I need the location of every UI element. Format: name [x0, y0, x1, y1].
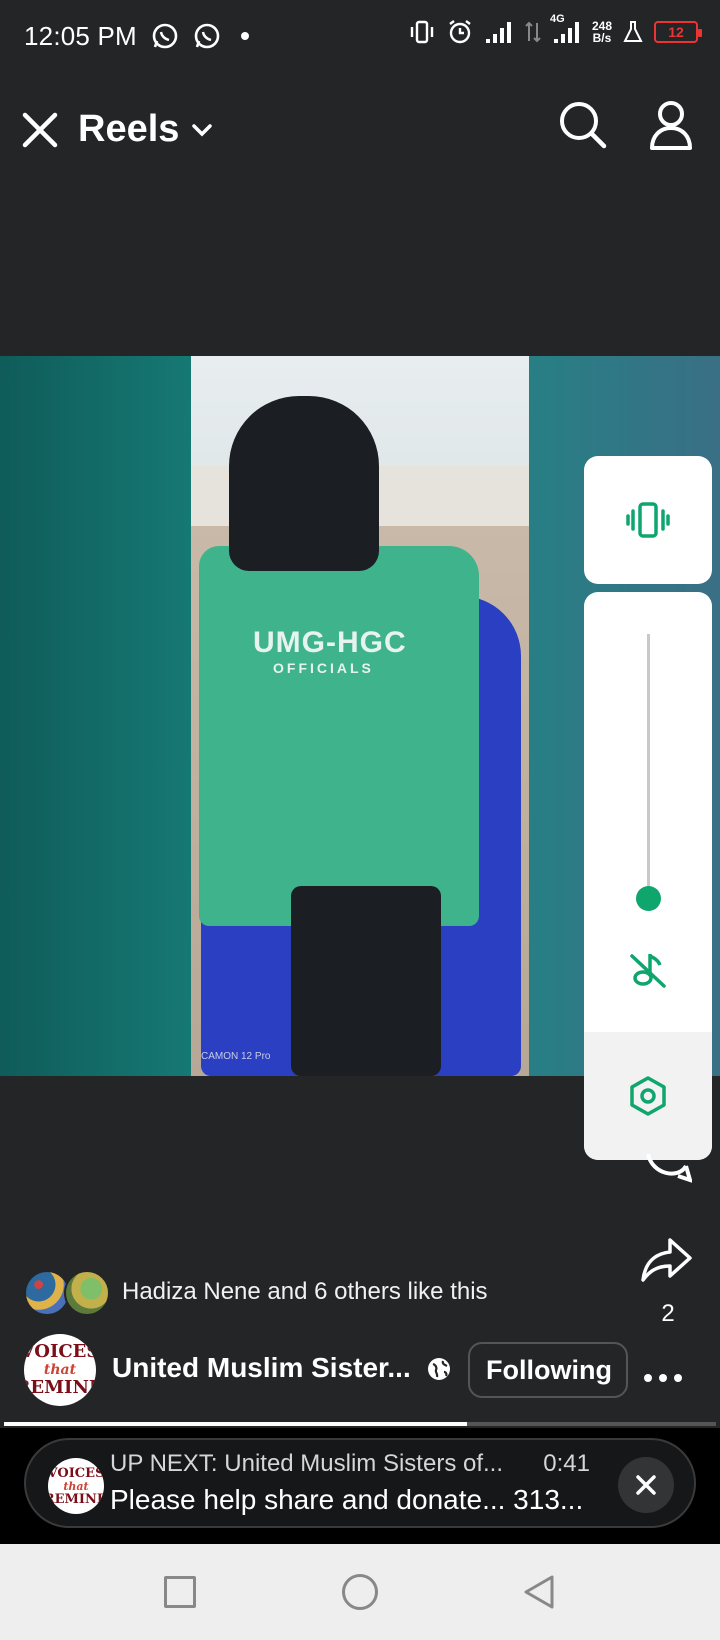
profile-button[interactable] [648, 100, 694, 152]
up-next-subtitle: Please help share and donate... 313... [110, 1484, 584, 1515]
signal-icon [484, 19, 514, 45]
video-hood [229, 396, 379, 571]
up-next-card[interactable]: VOICES that REMIND UP NEXT: United Musli… [24, 1438, 696, 1528]
net-type: 4G [549, 13, 565, 25]
close-icon [636, 1475, 656, 1495]
shirt-text: UMG-HGC [253, 626, 407, 659]
page-name-link[interactable]: United Muslim Sister... [112, 1352, 411, 1384]
avatar-text-top: VOICES [24, 1341, 96, 1362]
alarm-icon [446, 18, 474, 46]
following-button[interactable]: Following [468, 1342, 628, 1398]
net-speed-unit: B/s [592, 31, 612, 45]
mute-icon [630, 954, 666, 988]
chevron-down-icon [192, 123, 213, 136]
video-green-tunic [199, 546, 479, 926]
system-nav-bar [0, 1544, 720, 1640]
dot-icon [644, 1374, 652, 1382]
shirt-subtext: OFFICIALS [273, 660, 374, 676]
dot-icon [235, 26, 255, 46]
volume-settings-button[interactable] [584, 1032, 712, 1160]
dot-icon [659, 1374, 667, 1382]
profile-icon [650, 101, 692, 150]
vibrate-mode-button[interactable] [584, 456, 712, 584]
up-next-avatar: VOICES that REMIND [48, 1458, 104, 1514]
recent-apps-button[interactable] [164, 1576, 196, 1608]
status-right: 4G 248 B/s 12 [408, 13, 702, 46]
up-next-title: UP NEXT: United Muslim Sisters of... [110, 1450, 503, 1477]
data-arrows-icon [524, 19, 542, 45]
net-speed: 248 B/s [592, 20, 612, 44]
volume-slider[interactable] [647, 634, 650, 899]
avatar-text-bottom: REMIND [48, 1491, 104, 1507]
close-button[interactable] [20, 110, 60, 150]
share-count: 2 [661, 1300, 675, 1327]
up-next-close-button[interactable] [618, 1457, 674, 1513]
page-avatar[interactable]: VOICES that REMIND [24, 1334, 96, 1406]
status-left: 12:05 PM [24, 21, 255, 52]
liker-avatars [24, 1268, 112, 1316]
video-progress-fill [4, 1422, 467, 1426]
settings-icon [630, 1076, 666, 1116]
volume-slider-thumb[interactable] [636, 886, 661, 911]
close-icon [22, 112, 58, 148]
video-black-cloth [291, 886, 441, 1076]
back-icon [524, 1575, 554, 1609]
avatar [64, 1270, 110, 1316]
search-icon [560, 102, 607, 149]
video-frame: UMG-HGC OFFICIALS CAMON 12 Pro [191, 356, 529, 1076]
volume-panel [584, 592, 712, 1160]
likes-summary[interactable]: Hadiza Nene and 6 others like this [24, 1268, 488, 1316]
dot-icon [674, 1374, 682, 1382]
status-time: 12:05 PM [24, 20, 137, 51]
avatar-text-top: VOICES [48, 1465, 104, 1481]
comment-button[interactable] [644, 1150, 693, 1190]
shirt-print: UMG-HGC OFFICIALS [253, 626, 407, 676]
avatar-text-mid: that [63, 1479, 89, 1493]
battery-icon: 12 [654, 21, 702, 43]
camera-stamp: CAMON 12 Pro [201, 1051, 271, 1062]
up-next-header: UP NEXT: United Muslim Sisters of... 0:4… [110, 1450, 590, 1478]
media-mute-button[interactable] [626, 948, 670, 992]
status-bar: 12:05 PM 4G 248 B/s 12 [0, 0, 720, 72]
share-icon [641, 1238, 692, 1282]
whatsapp-icon [193, 22, 221, 50]
signal-4g: 4G [550, 13, 582, 45]
reels-header: Reels [0, 90, 720, 174]
share-button[interactable] [640, 1236, 694, 1284]
globe-icon [426, 1356, 452, 1382]
vibrate-icon [408, 18, 436, 46]
page-title: Reels [78, 108, 180, 150]
flask-icon [622, 20, 644, 44]
search-button[interactable] [558, 100, 608, 150]
comment-icon [646, 1153, 693, 1184]
home-button[interactable] [342, 1574, 378, 1610]
page-row: VOICES that REMIND United Muslim Sister.… [24, 1334, 720, 1406]
back-button[interactable] [522, 1574, 556, 1610]
avatar-text-bottom: REMIND [24, 1377, 96, 1398]
up-next-duration: 0:41 [543, 1450, 590, 1477]
reels-title-dropdown[interactable]: Reels [78, 108, 215, 151]
more-options-button[interactable] [644, 1374, 682, 1382]
whatsapp-icon [151, 22, 179, 50]
video-progress-bar[interactable] [4, 1422, 716, 1426]
vibrate-icon [626, 502, 670, 538]
likes-text: Hadiza Nene and 6 others like this [122, 1278, 488, 1305]
